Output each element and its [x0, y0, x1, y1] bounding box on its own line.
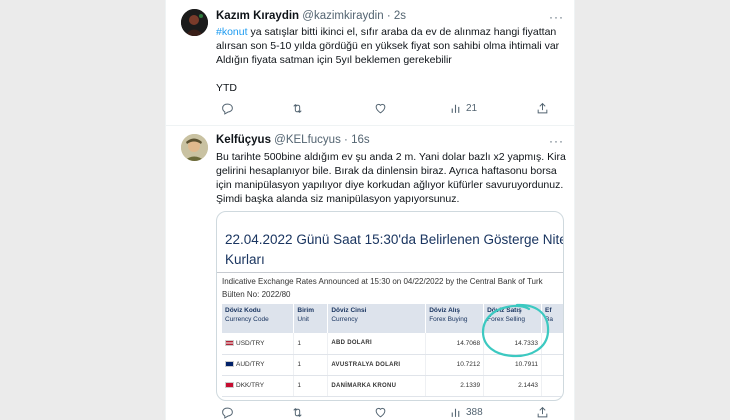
retweet-button[interactable]	[291, 102, 304, 115]
author-handle[interactable]: @KELfucyus	[274, 134, 341, 146]
table-row: AUD/TRY 1 AVUSTRALYA DOLARI 10.7212 10.7…	[222, 354, 563, 376]
avatar[interactable]	[181, 9, 208, 36]
currency-name-cell: AVUSTRALYA DOLARI	[327, 354, 427, 376]
retweet-icon	[293, 408, 302, 417]
currency-code-cell: DKK/TRY	[222, 375, 295, 397]
au-flag-icon	[225, 361, 234, 368]
more-options-icon[interactable]: ···	[549, 10, 564, 24]
reply-button[interactable]	[221, 102, 234, 115]
timeline-column: Kazım Kıraydin @kazimkiraydin · 2s ··· #…	[165, 0, 575, 420]
column-header: Birim Unit	[293, 304, 329, 333]
views-count: 21	[466, 103, 478, 114]
tweet-text-line: YTD	[216, 82, 237, 94]
document-title-line: Kurları	[225, 252, 265, 267]
share-icon	[537, 406, 548, 418]
analytics-icon	[451, 408, 460, 417]
tweet[interactable]: Kazım Kıraydin @kazimkiraydin · 2s ··· #…	[166, 0, 574, 126]
author-name[interactable]: Kazım Kıraydin	[216, 10, 299, 22]
avatar[interactable]	[181, 134, 208, 161]
tweet-header: Kelfüçyus @KELfucyus · 16s ···	[216, 134, 564, 150]
selling-cell: 14.7333	[483, 333, 542, 355]
tweet-text-line: gelirini hesaplanıyor bile. Bırak da din…	[216, 165, 557, 177]
analytics-icon	[451, 104, 460, 113]
currency-name-cell: ABD DOLARI	[327, 333, 427, 355]
currency-code-cell: USD/TRY	[222, 333, 295, 355]
divider	[217, 272, 563, 273]
separator-dot: ·	[386, 10, 391, 22]
buying-cell: 2.1339	[425, 375, 485, 397]
table-row: DKK/TRY 1 DANİMARKA KRONU 2.1339 2.1443	[222, 375, 563, 397]
tweet-text: Bu tarihte 500bine aldığım ev şu anda 2 …	[216, 150, 566, 206]
separator-dot: ·	[344, 134, 348, 146]
retweet-icon	[293, 104, 302, 113]
unit-cell: 1	[293, 354, 329, 376]
reply-icon	[222, 407, 233, 419]
timestamp[interactable]: 16s	[351, 134, 370, 146]
selling-cell: 10.7911	[483, 354, 542, 376]
reply-button[interactable]	[221, 406, 234, 419]
views-button[interactable]: 21	[449, 102, 477, 115]
tweet-text-line	[216, 67, 566, 81]
author-handle[interactable]: @kazimkiraydin	[302, 10, 383, 22]
tweet-text: #konut ya satışlar bitti ikinci el, sıfı…	[216, 25, 566, 95]
table-row: USD/TRY 1 ABD DOLARI 14.7068 14.7333	[222, 333, 563, 355]
hashtag-link[interactable]: #konut	[216, 26, 248, 38]
empty-cell	[541, 375, 563, 397]
retweet-button[interactable]	[291, 406, 304, 419]
column-header: Ef Ba	[541, 304, 563, 333]
us-flag-icon	[225, 340, 234, 347]
document-title-line: 22.04.2022 Günü Saat 15:30'da Belirlenen…	[225, 232, 563, 247]
column-header: Döviz Cinsi Currency	[327, 304, 427, 333]
views-button[interactable]: 388	[449, 406, 483, 419]
tweet-actions: 21	[216, 102, 564, 118]
reply-icon	[222, 103, 233, 115]
unit-cell: 1	[293, 333, 329, 355]
table-header-row: Döviz Kodu Currency Code Birim Unit Döviz …	[222, 304, 563, 333]
column-header: Döviz Satış Forex Selling	[483, 304, 542, 333]
more-options-icon[interactable]: ···	[549, 134, 564, 148]
document-title: 22.04.2022 Günü Saat 15:30'da Belirlenen…	[225, 230, 563, 270]
heart-icon	[375, 407, 386, 418]
like-button[interactable]	[374, 406, 387, 419]
bulletin-number: Bülten No: 2022/80	[222, 290, 291, 299]
heart-icon	[375, 103, 386, 114]
tweet-actions: 388	[216, 406, 564, 420]
dk-flag-icon	[225, 382, 234, 389]
tweet-text-line: Bu tarihte 500bine aldığım ev şu anda 2 …	[216, 151, 566, 163]
column-header: Döviz Alış Forex Buying	[425, 304, 485, 333]
tweet-text-line: alırsan son 5-10 yılda gördüğü en yüksek…	[216, 40, 560, 52]
share-button[interactable]	[536, 406, 549, 419]
currency-code-cell: AUD/TRY	[222, 354, 295, 376]
tweet-text-line: Aldığın fiyata satman için 5yıl beklemen…	[216, 54, 452, 66]
tweet-text-line: Şimdi başka alanda siz manipülasyon yapı…	[216, 193, 460, 205]
column-header: Döviz Kodu Currency Code	[222, 304, 295, 333]
selling-cell: 2.1443	[483, 375, 542, 397]
tweet-text-line: için manipülasyon yapılıyor diye korkuda…	[216, 179, 564, 191]
exchange-rate-table: Döviz Kodu Currency Code Birim Unit Döviz …	[222, 304, 563, 397]
like-button[interactable]	[374, 102, 387, 115]
views-count: 388	[466, 407, 483, 418]
attached-image[interactable]: 22.04.2022 Günü Saat 15:30'da Belirlenen…	[216, 211, 564, 401]
tweet-text-line: ya satışlar bitti ikinci el, sıfır araba…	[247, 26, 557, 38]
share-button[interactable]	[536, 102, 549, 115]
share-icon	[537, 102, 548, 114]
document-subtitle: Indicative Exchange Rates Announced at 1…	[222, 277, 543, 286]
empty-cell	[541, 333, 563, 355]
buying-cell: 10.7212	[425, 354, 485, 376]
tweet[interactable]: Kelfüçyus @KELfucyus · 16s ··· Bu tariht…	[166, 126, 574, 420]
tweet-header: Kazım Kıraydin @kazimkiraydin · 2s ···	[216, 10, 564, 26]
timestamp[interactable]: 2s	[394, 10, 406, 22]
empty-cell	[541, 354, 563, 376]
author-name[interactable]: Kelfüçyus	[216, 134, 271, 146]
unit-cell: 1	[293, 375, 329, 397]
buying-cell: 14.7068	[425, 333, 485, 355]
currency-name-cell: DANİMARKA KRONU	[327, 375, 427, 397]
